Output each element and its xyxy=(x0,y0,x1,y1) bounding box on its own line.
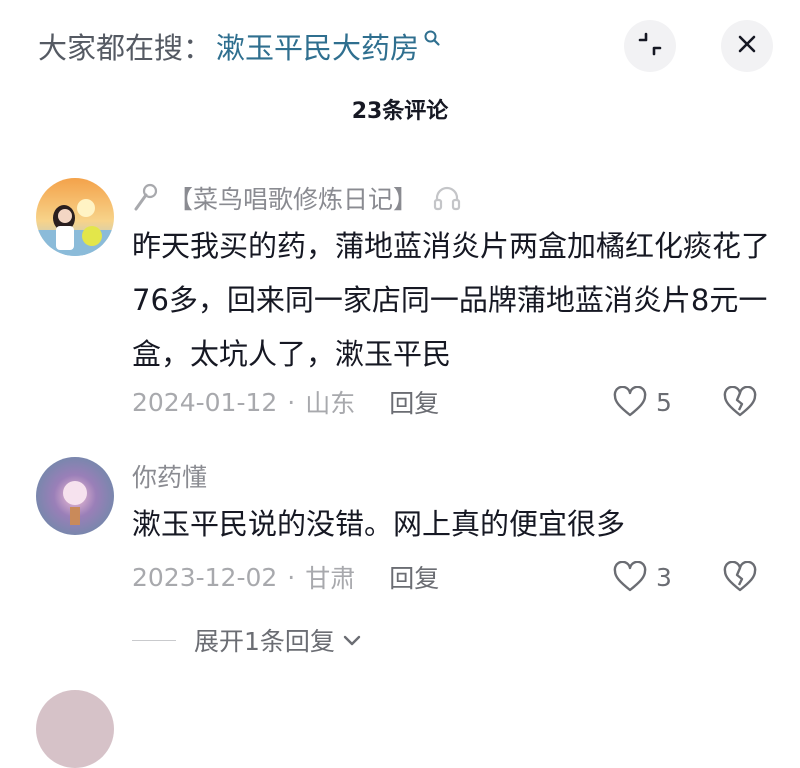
author-name: 你药懂 xyxy=(132,463,208,492)
dislike-button[interactable] xyxy=(722,382,758,422)
comment-location: 甘肃 xyxy=(305,564,356,593)
comment-date: 2024-01-12 xyxy=(132,387,278,417)
meta-separator: · xyxy=(287,562,296,592)
collapse-icon xyxy=(637,31,663,61)
comment-author[interactable]: 【菜鸟唱歌修炼日记】 xyxy=(132,180,462,216)
reply-button[interactable]: 回复 xyxy=(389,559,439,595)
expand-replies-button[interactable]: 展开1条回复 xyxy=(132,620,363,660)
microphone-icon xyxy=(132,183,158,213)
divider-line xyxy=(132,639,176,641)
comment-date: 2023-12-02 xyxy=(132,562,278,592)
search-suggestion[interactable]: 大家都在搜： 漱玉平民大药房 xyxy=(38,24,441,68)
close-button[interactable] xyxy=(721,20,773,72)
avatar[interactable] xyxy=(36,178,114,256)
like-count: 5 xyxy=(656,387,672,417)
top-bar: 大家都在搜： 漱玉平民大药房 xyxy=(0,0,800,92)
comment-author[interactable]: 你药懂 xyxy=(132,458,207,494)
search-prefix: 大家都在搜： xyxy=(38,31,213,65)
expand-replies-label: 展开1条回复 xyxy=(194,627,335,656)
reply-button[interactable]: 回复 xyxy=(389,384,439,420)
avatar[interactable] xyxy=(36,457,114,535)
broken-heart-icon xyxy=(722,561,758,593)
avatar[interactable] xyxy=(36,690,114,768)
search-icon xyxy=(423,29,441,47)
headphone-icon xyxy=(432,183,462,213)
heart-icon xyxy=(612,386,648,418)
search-suggestion-link[interactable]: 漱玉平民大药房 xyxy=(216,25,419,67)
meta-separator: · xyxy=(287,387,296,417)
chevron-down-icon xyxy=(341,629,363,651)
collapse-button[interactable] xyxy=(624,20,676,72)
like-button[interactable]: 3 xyxy=(612,557,672,597)
like-button[interactable]: 5 xyxy=(612,382,672,422)
broken-heart-icon xyxy=(722,386,758,418)
comment-text: 昨天我买的药，蒲地蓝消炎片两盒加橘红化痰花了76多，回来同一家店同一品牌蒲地蓝消… xyxy=(132,229,771,371)
like-count: 3 xyxy=(656,562,672,592)
close-icon xyxy=(735,32,759,60)
comment-meta: 2024-01-12 · 山东 回复 xyxy=(132,382,439,422)
comment-location: 山东 xyxy=(305,389,356,418)
heart-icon xyxy=(612,561,648,593)
dislike-button[interactable] xyxy=(722,557,758,597)
comment-text: 漱玉平民说的没错。网上真的便宜很多 xyxy=(132,507,626,541)
comment-meta: 2023-12-02 · 甘肃 回复 xyxy=(132,557,439,597)
author-name: 【菜鸟唱歌修炼日记】 xyxy=(168,185,419,214)
comments-count-title: 23条评论 xyxy=(351,99,449,124)
